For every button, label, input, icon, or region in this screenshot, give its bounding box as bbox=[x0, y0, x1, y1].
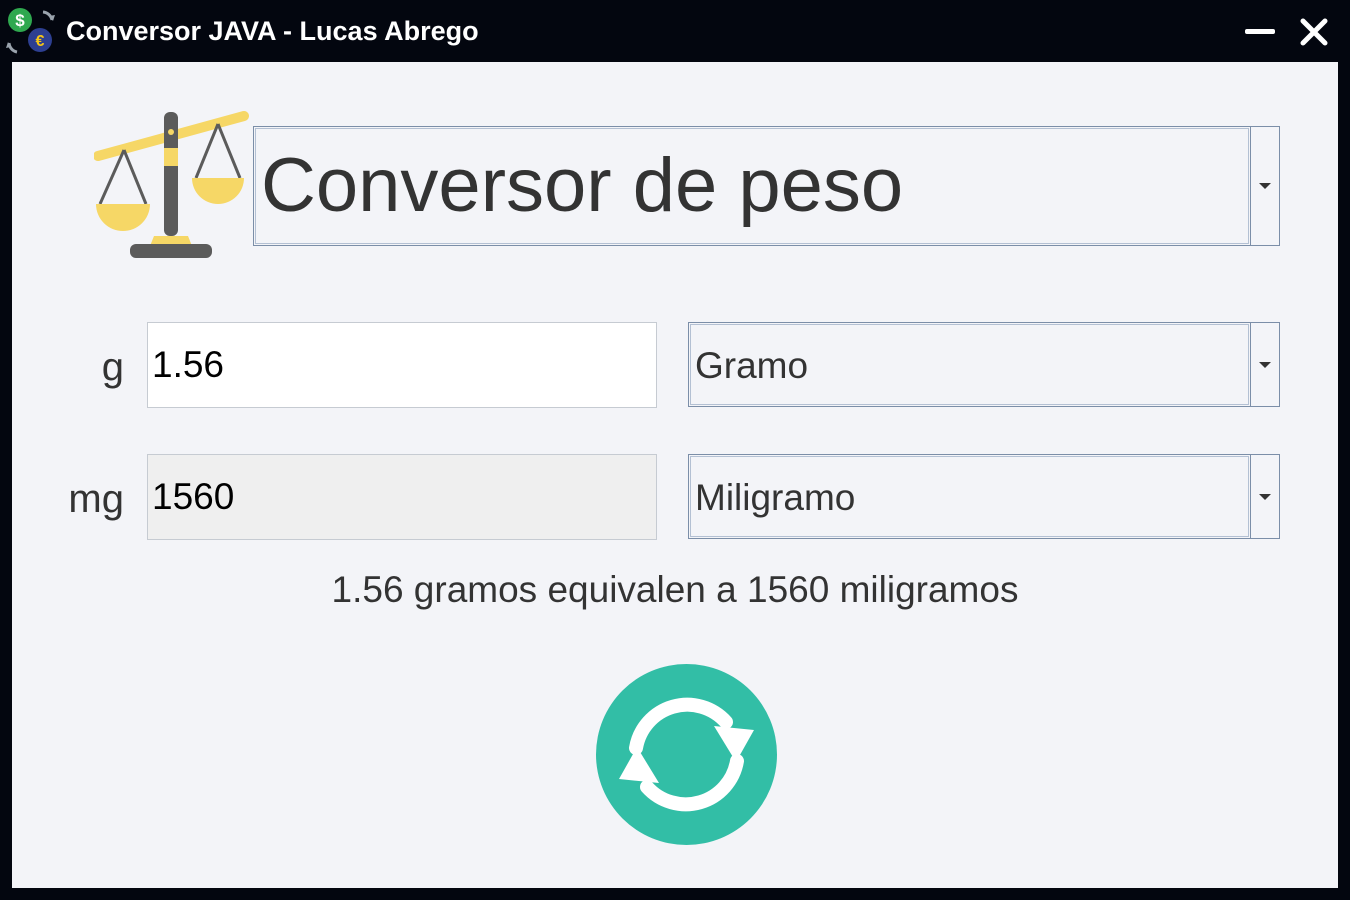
window-title: Conversor JAVA - Lucas Abrego bbox=[66, 16, 479, 46]
swap-units-button[interactable] bbox=[596, 664, 777, 845]
converter-type-select[interactable]: Conversor de peso bbox=[253, 126, 1280, 246]
svg-text:€: € bbox=[36, 33, 45, 50]
balance-scale-icon bbox=[94, 111, 249, 258]
title-bar: $ € Conversor JAVA - Lucas Abrego bbox=[0, 0, 1350, 62]
close-icon[interactable] bbox=[1298, 16, 1330, 48]
chevron-down-icon[interactable] bbox=[1250, 455, 1279, 538]
to-unit-select[interactable]: Miligramo bbox=[688, 454, 1280, 539]
refresh-icon bbox=[619, 697, 754, 812]
to-unit-symbol: mg bbox=[68, 477, 124, 521]
conversion-result: 1.56 gramos equivalen a 1560 miligramos bbox=[331, 569, 1019, 610]
currency-exchange-icon: $ € bbox=[6, 8, 55, 54]
svg-text:$: $ bbox=[15, 11, 25, 30]
from-unit-symbol: g bbox=[101, 345, 124, 389]
chevron-down-icon[interactable] bbox=[1250, 127, 1279, 245]
from-value-input[interactable] bbox=[147, 322, 657, 408]
from-unit-select[interactable]: Gramo bbox=[688, 322, 1280, 407]
to-value-field bbox=[147, 454, 657, 540]
from-unit-value: Gramo bbox=[690, 324, 1249, 405]
chevron-down-icon[interactable] bbox=[1250, 323, 1279, 406]
converter-panel: Conversor de peso g Gramo mg Miligramo 1… bbox=[12, 62, 1338, 888]
to-unit-value: Miligramo bbox=[690, 456, 1249, 537]
minimize-icon[interactable] bbox=[1244, 16, 1276, 48]
converter-type-value: Conversor de peso bbox=[255, 128, 1249, 244]
